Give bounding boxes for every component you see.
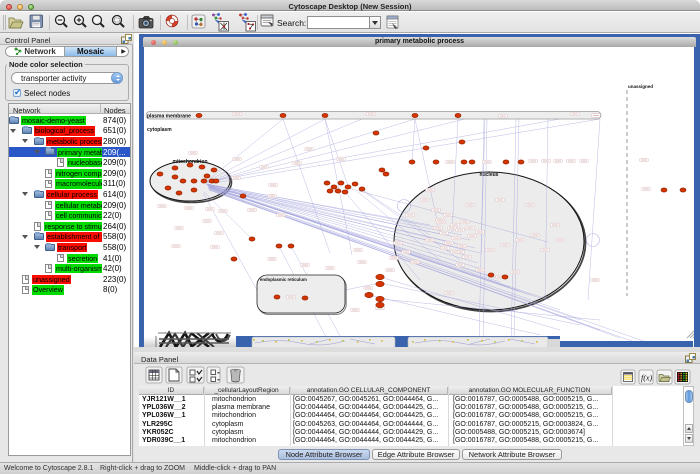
svg-text:plasma membrane: plasma membrane [147,114,191,120]
svg-text:nucleus: nucleus [480,172,499,178]
svg-text:cytoplasm: cytoplasm [147,127,172,133]
svg-text:unassigned: unassigned [628,84,653,89]
svg-text:endoplasmic reticulum: endoplasmic reticulum [260,277,307,282]
svg-text:f(x): f(x) [641,374,652,383]
